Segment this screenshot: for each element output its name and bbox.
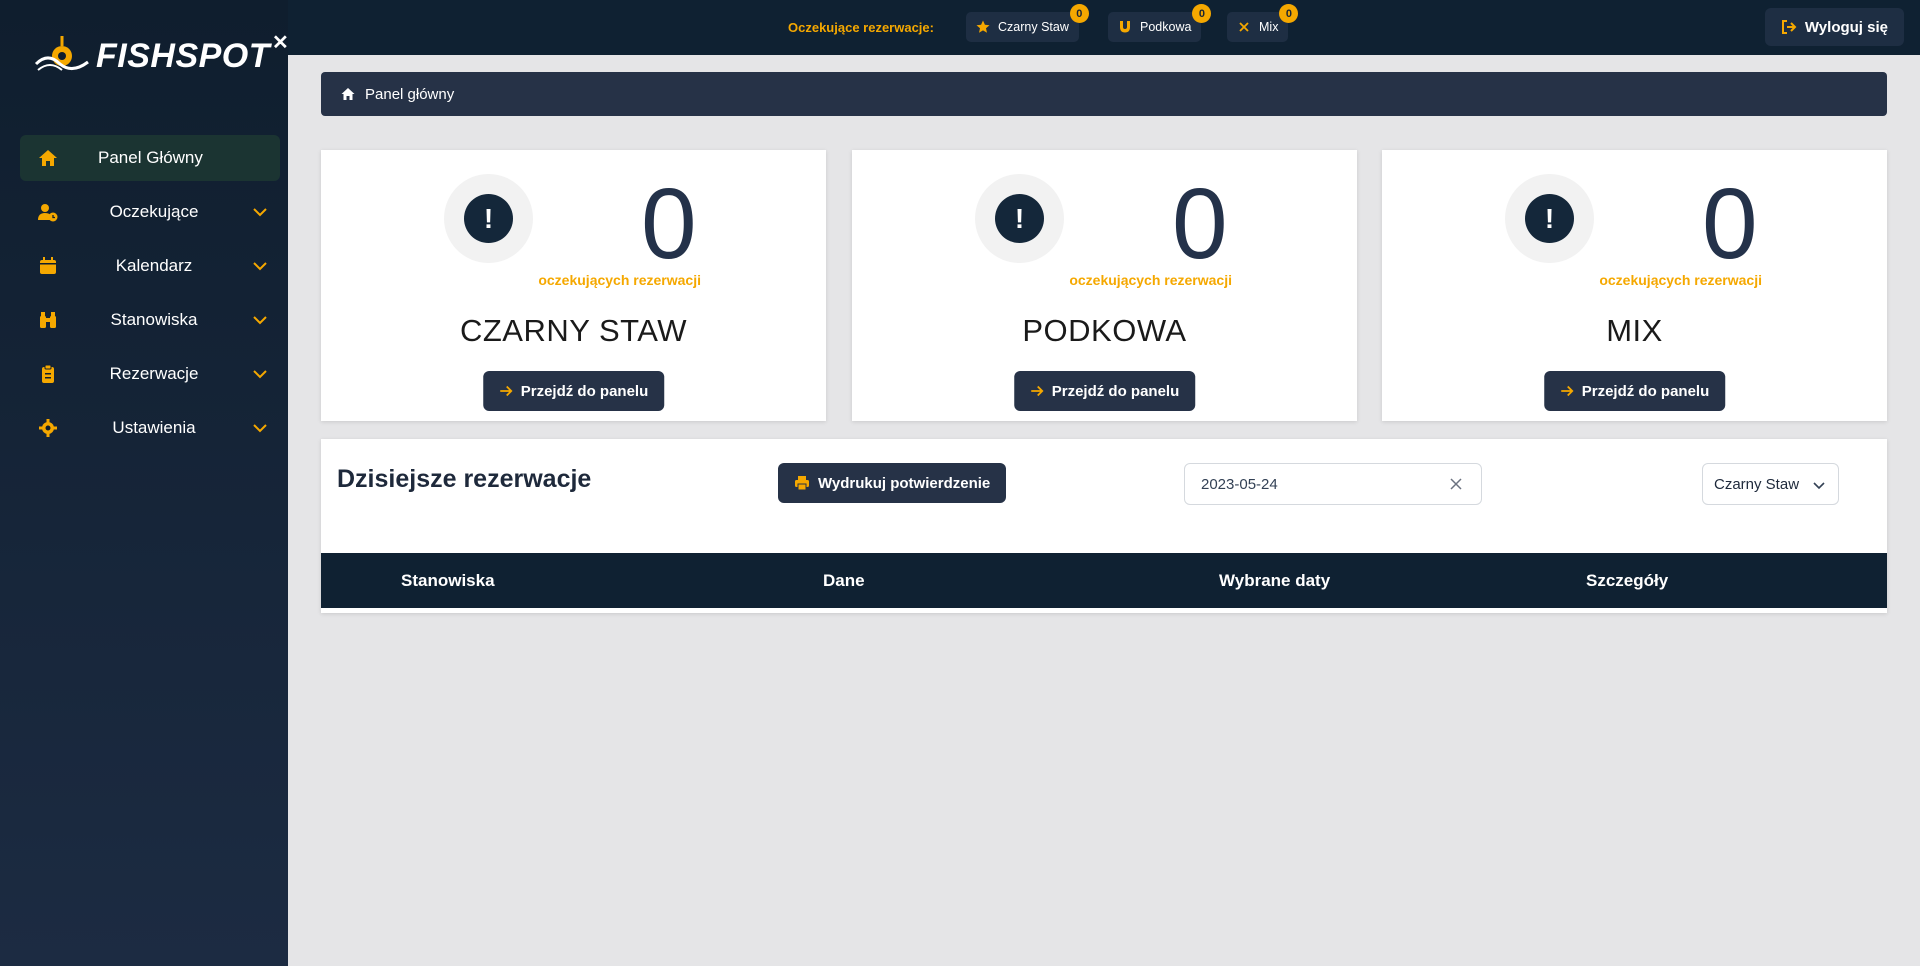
- chevron-down-icon: [253, 370, 267, 379]
- sidebar-item-label: Rezerwacje: [109, 364, 199, 383]
- star-icon: [976, 20, 990, 34]
- column-header-szczegoly[interactable]: Szczegóły: [1586, 571, 1668, 591]
- button-label: Przejdź do panelu: [520, 382, 649, 400]
- column-header-wybrane-daty[interactable]: Wybrane daty: [1219, 571, 1330, 591]
- section-title: Dzisiejsze rezerwacje: [337, 465, 592, 493]
- clipboard-icon: [38, 364, 58, 384]
- select-value: Czarny Staw: [1714, 475, 1800, 493]
- button-label: Wydrukuj potwierdzenie: [818, 474, 991, 492]
- date-input[interactable]: [1184, 463, 1482, 505]
- sidebar: FISHSPOT ✕ Panel Główny Oczekujące Kalen…: [0, 0, 289, 966]
- home-icon: [38, 148, 58, 168]
- chip-label: Mix: [1259, 20, 1279, 34]
- pending-reservations-label: Oczekujące rezerwacje:: [788, 20, 934, 35]
- sidebar-item-stanowiska[interactable]: Stanowiska: [20, 297, 280, 343]
- alert-icon-wrap: !: [444, 174, 533, 263]
- card-title: CZARNY STAW: [459, 313, 688, 348]
- exclamation-icon: !: [464, 194, 513, 243]
- printer-icon: [795, 476, 809, 491]
- calendar-icon: [38, 256, 58, 276]
- gear-icon: [38, 418, 58, 438]
- sidebar-item-label: Oczekujące: [109, 202, 199, 221]
- binoculars-icon: [38, 310, 58, 330]
- magnet-icon: [1118, 20, 1132, 34]
- pending-count: 0: [641, 168, 697, 280]
- count-badge: 0: [1069, 4, 1089, 23]
- sidebar-item-label: Kalendarz: [115, 256, 193, 275]
- arrow-right-icon: [1030, 385, 1044, 397]
- sidebar-item-oczekujace[interactable]: Oczekujące: [20, 189, 280, 235]
- breadcrumb: Panel główny: [321, 72, 1887, 116]
- count-badge: 0: [1279, 4, 1299, 23]
- fishspot-logo[interactable]: FISHSPOT ✕: [34, 28, 289, 84]
- pending-count-caption: oczekujących rezerwacji: [538, 272, 701, 288]
- sidebar-item-kalendarz[interactable]: Kalendarz: [20, 243, 280, 289]
- chevron-down-icon: [253, 424, 267, 433]
- sidebar-item-label: Ustawienia: [112, 418, 196, 437]
- card-title: MIX: [1606, 313, 1663, 348]
- go-to-panel-button[interactable]: Przejdź do panelu: [482, 371, 665, 411]
- chevron-down-icon: [253, 262, 267, 271]
- pending-chip-mix[interactable]: Mix 0: [1227, 4, 1299, 42]
- alert-icon-wrap: !: [975, 174, 1064, 263]
- clear-date-icon[interactable]: [1448, 476, 1464, 492]
- chevron-down-icon: [253, 208, 267, 217]
- user-clock-icon: [38, 202, 58, 222]
- count-badge: 0: [1192, 4, 1212, 23]
- arrow-right-icon: [499, 385, 513, 397]
- chip-label: Czarny Staw: [998, 20, 1069, 34]
- pending-chip-czarny-staw[interactable]: Czarny Staw 0: [966, 4, 1089, 42]
- summary-card-czarny-staw: ! 0 oczekujących rezerwacji CZARNY STAW …: [321, 150, 826, 421]
- sidebar-nav: Panel Główny Oczekujące Kalendarz Stanow…: [20, 135, 280, 459]
- sidebar-item-panel-glowny[interactable]: Panel Główny: [20, 135, 280, 181]
- chevron-down-icon: [253, 316, 267, 325]
- chevron-down-icon: [1813, 482, 1825, 490]
- pending-chip-podkowa[interactable]: Podkowa 0: [1108, 4, 1212, 42]
- exclamation-icon: !: [1525, 194, 1574, 243]
- sign-out-icon: [1781, 20, 1797, 34]
- alert-icon-wrap: !: [1505, 174, 1594, 263]
- sidebar-item-ustawienia[interactable]: Ustawienia: [20, 405, 280, 451]
- sidebar-item-rezerwacje[interactable]: Rezerwacje: [20, 351, 280, 397]
- summary-card-podkowa: ! 0 oczekujących rezerwacji PODKOWA Prze…: [852, 150, 1357, 421]
- go-to-panel-button[interactable]: Przejdź do panelu: [1543, 371, 1726, 411]
- logout-button[interactable]: Wyloguj się: [1764, 8, 1904, 46]
- sidebar-item-label: Stanowiska: [110, 310, 198, 329]
- pending-count: 0: [1172, 168, 1228, 280]
- print-confirmation-button[interactable]: Wydrukuj potwierdzenie: [778, 463, 1007, 503]
- logo-text: FISHSPOT: [96, 36, 271, 75]
- breadcrumb-label[interactable]: Panel główny: [365, 86, 454, 103]
- button-label: Przejdź do panelu: [1581, 382, 1710, 400]
- pond-select[interactable]: Czarny Staw: [1702, 463, 1839, 505]
- pending-count: 0: [1702, 168, 1758, 280]
- x-icon: [1237, 20, 1251, 34]
- exclamation-icon: !: [995, 194, 1044, 243]
- column-header-dane[interactable]: Dane: [823, 571, 865, 591]
- pending-count-caption: oczekujących rezerwacji: [1599, 272, 1762, 288]
- sidebar-item-label: Panel Główny: [98, 148, 203, 167]
- logo-x-mark: ✕: [272, 31, 289, 54]
- home-icon: [341, 88, 355, 100]
- today-reservations-panel: Dzisiejsze rezerwacje Wydrukuj potwierdz…: [321, 439, 1887, 613]
- logout-label: Wyloguj się: [1804, 18, 1888, 36]
- arrow-right-icon: [1560, 385, 1574, 397]
- reservations-table-header: Stanowiska Dane Wybrane daty Szczegóły: [321, 553, 1887, 608]
- chip-label: Podkowa: [1140, 20, 1192, 34]
- topbar: Oczekujące rezerwacje: Czarny Staw 0 Pod…: [288, 0, 1920, 55]
- card-title: PODKOWA: [1022, 313, 1187, 348]
- fish-hook-icon: [34, 36, 89, 71]
- pending-count-caption: oczekujących rezerwacji: [1069, 272, 1232, 288]
- button-label: Przejdź do panelu: [1051, 382, 1180, 400]
- summary-card-mix: ! 0 oczekujących rezerwacji MIX Przejdź …: [1382, 150, 1887, 421]
- column-header-stanowiska[interactable]: Stanowiska: [401, 571, 495, 591]
- go-to-panel-button[interactable]: Przejdź do panelu: [1013, 371, 1196, 411]
